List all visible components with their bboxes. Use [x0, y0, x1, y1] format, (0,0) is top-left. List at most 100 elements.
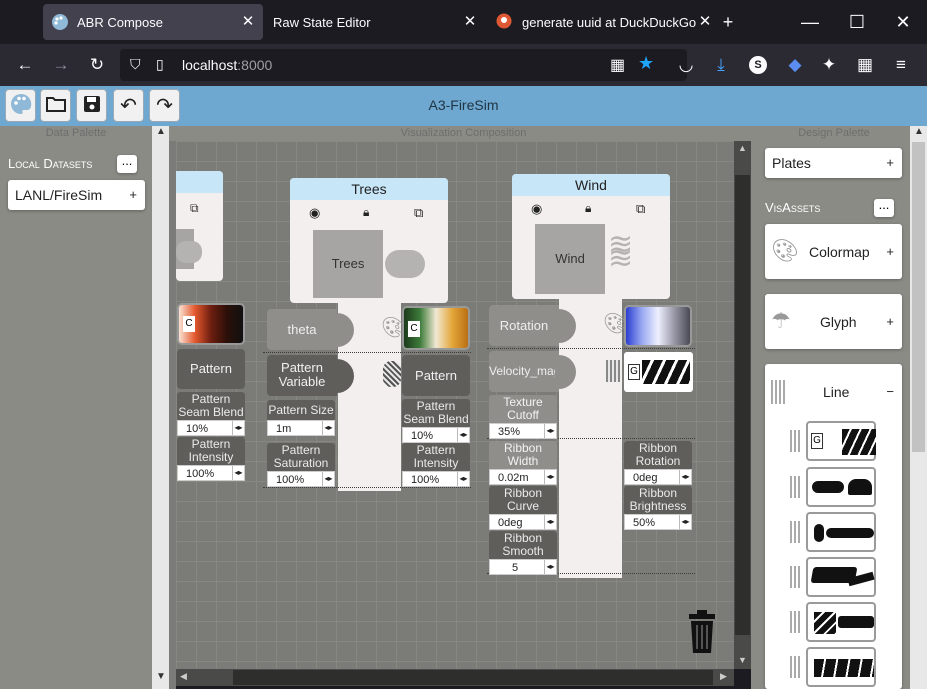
- ribbon-width-input[interactable]: 0.02m ◂▸: [489, 469, 557, 485]
- colormap-widget[interactable]: C: [177, 303, 245, 345]
- seam-blend-input[interactable]: 10% ◂▸: [177, 420, 245, 436]
- colormap-widget[interactable]: C: [402, 306, 470, 350]
- back-icon[interactable]: ←: [11, 51, 39, 79]
- variable-slot-velocity-mag[interactable]: Velocity_mag: [489, 351, 560, 392]
- eye-icon[interactable]: ◉: [309, 205, 320, 221]
- spinner-icon[interactable]: ◂▸: [322, 421, 334, 435]
- qr-code-icon[interactable]: ▦: [610, 55, 625, 75]
- copy-icon[interactable]: ⧉: [414, 205, 423, 221]
- trash-icon[interactable]: [687, 610, 717, 657]
- pattern-slot[interactable]: Pattern: [402, 355, 470, 396]
- spinner-icon[interactable]: ◂▸: [679, 515, 691, 529]
- scroll-right-icon[interactable]: ▶: [720, 671, 727, 682]
- copy-icon[interactable]: ⧉: [190, 201, 199, 216]
- eye-icon[interactable]: ◉: [531, 201, 542, 217]
- scroll-up-icon[interactable]: ▲: [156, 126, 166, 137]
- extension-paw-icon[interactable]: ✦: [815, 51, 843, 79]
- reload-icon[interactable]: ↻: [83, 51, 111, 79]
- pattern-size-input[interactable]: 1m ◂▸: [267, 420, 335, 436]
- spinner-icon[interactable]: ◂▸: [457, 428, 469, 442]
- plates-add-icon[interactable]: +: [886, 155, 894, 170]
- scroll-thumb[interactable]: [233, 670, 713, 685]
- url-bar[interactable]: ⛉ ▯ localhost:8000 ▦ ★: [120, 49, 687, 81]
- visassets-more-button[interactable]: ...: [874, 198, 894, 217]
- pattern-variable-slot[interactable]: Pattern Variable: [267, 355, 337, 396]
- colormap-add-icon[interactable]: +: [886, 244, 894, 259]
- spinner-icon[interactable]: ◂▸: [544, 424, 556, 438]
- line-asset-6[interactable]: [806, 647, 876, 687]
- menu-icon[interactable]: ≡: [887, 51, 915, 79]
- spinner-icon[interactable]: ◂▸: [322, 472, 334, 486]
- local-datasets-more-button[interactable]: ...: [117, 154, 137, 173]
- spinner-icon[interactable]: ◂▸: [457, 472, 469, 486]
- plate-wind[interactable]: Wind ◉ 🔒︎ ⧉ Wind ≋ ≋: [512, 174, 670, 299]
- tab-raw-state-editor[interactable]: Raw State Editor ✕: [265, 4, 485, 40]
- variable-slot-rotation[interactable]: Rotation: [489, 305, 559, 346]
- seam-blend-input[interactable]: 10% ◂▸: [402, 427, 470, 443]
- forward-icon[interactable]: →: [47, 51, 75, 79]
- line-asset-5[interactable]: [806, 602, 876, 642]
- pocket-icon[interactable]: ◡: [672, 51, 700, 79]
- ribbon-smooth-input[interactable]: 5 ◂▸: [489, 559, 557, 575]
- intensity-input[interactable]: 100% ◂▸: [177, 465, 245, 481]
- pattern-slot[interactable]: Pattern: [177, 349, 245, 389]
- variable-slot-theta[interactable]: theta: [267, 309, 337, 350]
- glyph-add-icon[interactable]: +: [886, 314, 894, 329]
- spinner-icon[interactable]: ◂▸: [679, 470, 691, 484]
- line-asset-1[interactable]: G: [806, 421, 876, 461]
- lock-icon[interactable]: 🔒︎: [585, 201, 591, 216]
- glyph-category[interactable]: ☂︎ Glyph +: [765, 294, 902, 349]
- line-glyph-widget[interactable]: G: [624, 352, 693, 392]
- plates-item[interactable]: Plates +: [765, 148, 902, 178]
- spinner-icon[interactable]: ◂▸: [544, 515, 556, 529]
- bookmark-star-icon[interactable]: ★: [638, 53, 654, 74]
- tab-abr-compose[interactable]: ABR Compose ✕: [43, 4, 263, 40]
- colormap-widget[interactable]: [624, 305, 692, 347]
- extensions-icon[interactable]: ▦: [851, 51, 879, 79]
- spinner-icon[interactable]: ◂▸: [232, 466, 244, 480]
- scroll-thumb[interactable]: [912, 142, 925, 452]
- close-tab-icon[interactable]: ✕: [239, 13, 257, 31]
- extension-s-icon[interactable]: S: [749, 56, 767, 74]
- ribbon-brightness-input[interactable]: 50% ◂▸: [624, 514, 692, 530]
- close-tab-icon[interactable]: ✕: [696, 13, 714, 31]
- lock-icon[interactable]: 🔒︎: [363, 205, 369, 220]
- scroll-left-icon[interactable]: ◀: [180, 671, 187, 682]
- download-icon[interactable]: ⤓: [707, 51, 735, 79]
- maximize-icon[interactable]: ☐: [843, 8, 871, 36]
- left-scrollbar[interactable]: ▲ ▼: [152, 126, 169, 689]
- texture-cutoff-input[interactable]: 35% ◂▸: [489, 423, 557, 439]
- copy-icon[interactable]: ⧉: [636, 201, 645, 217]
- line-asset-4[interactable]: [806, 557, 876, 597]
- pattern-saturation-value: 100%: [276, 474, 305, 486]
- line-collapse-icon[interactable]: −: [886, 384, 894, 399]
- composition-vertical-scrollbar[interactable]: ▲ ▼: [734, 141, 751, 669]
- partial-plate[interactable]: ⧉: [176, 171, 223, 281]
- close-window-icon[interactable]: ✕: [889, 8, 917, 36]
- colormap-category[interactable]: 🎨︎ Colormap +: [765, 224, 902, 279]
- scroll-up-icon[interactable]: ▲: [738, 143, 747, 153]
- dataset-item-firesim[interactable]: LANL/FireSim +: [8, 180, 145, 210]
- close-tab-icon[interactable]: ✕: [461, 13, 479, 31]
- spinner-icon[interactable]: ◂▸: [232, 421, 244, 435]
- right-scrollbar[interactable]: ▲: [910, 126, 927, 689]
- intensity-input[interactable]: 100% ◂▸: [402, 471, 470, 487]
- scroll-thumb[interactable]: [735, 175, 750, 635]
- dataset-add-icon[interactable]: +: [129, 187, 137, 202]
- tab-duckduckgo[interactable]: generate uuid at DuckDuckGo ✕: [488, 4, 720, 40]
- minimize-icon[interactable]: —: [796, 8, 824, 36]
- line-asset-2[interactable]: [806, 467, 876, 507]
- composition-horizontal-scrollbar[interactable]: ◀ ▶: [176, 669, 734, 686]
- spinner-icon[interactable]: ◂▸: [544, 470, 556, 484]
- scroll-down-icon[interactable]: ▼: [738, 655, 747, 665]
- new-tab-icon[interactable]: +: [714, 8, 742, 36]
- ribbon-rotation-input[interactable]: 0deg ◂▸: [624, 469, 692, 485]
- scroll-up-icon[interactable]: ▲: [914, 126, 924, 137]
- spinner-icon[interactable]: ◂▸: [544, 560, 556, 574]
- plate-trees[interactable]: Trees ◉ 🔒︎ ⧉ Trees: [290, 178, 448, 303]
- pattern-saturation-input[interactable]: 100% ◂▸: [267, 471, 335, 487]
- extension-graduation-icon[interactable]: ◆: [781, 51, 809, 79]
- scroll-down-icon[interactable]: ▼: [156, 671, 166, 682]
- ribbon-curve-input[interactable]: 0deg ◂▸: [489, 514, 557, 530]
- line-asset-3[interactable]: [806, 512, 876, 552]
